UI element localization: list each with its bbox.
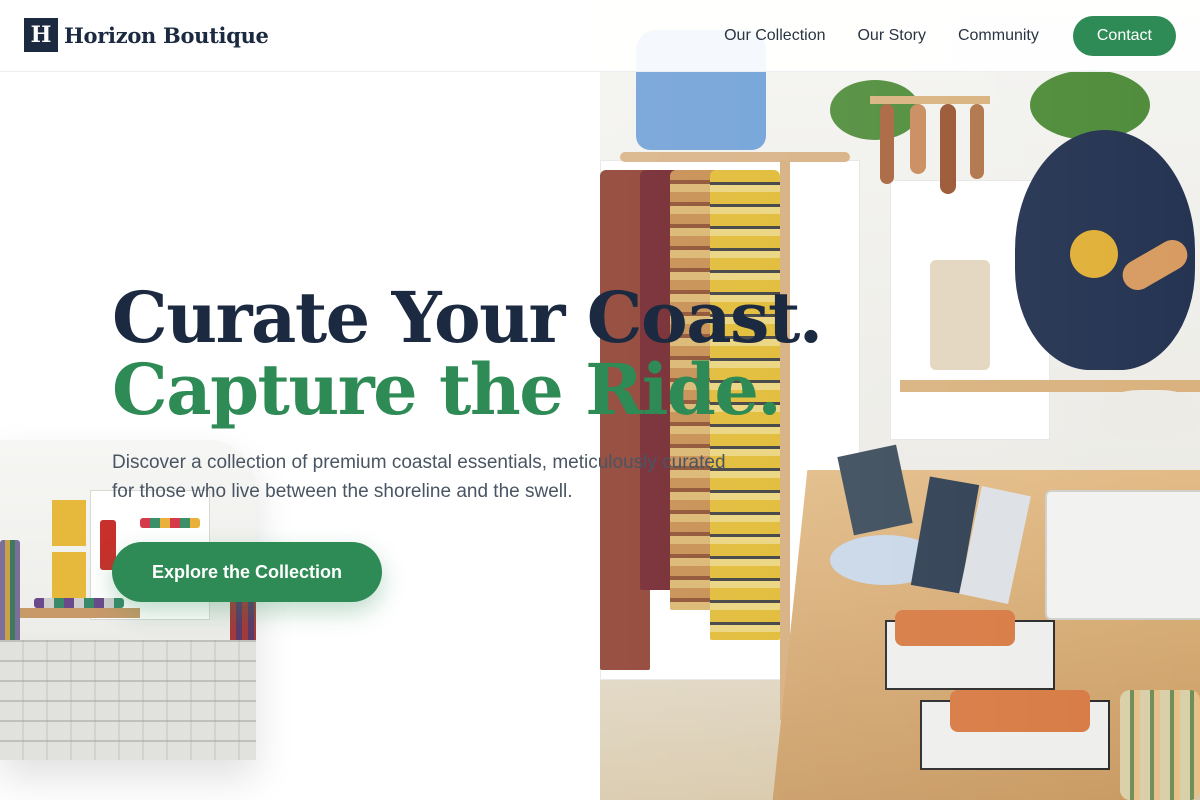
contact-button[interactable]: Contact (1072, 16, 1176, 56)
folded-clothes (34, 598, 124, 608)
store-poster (52, 500, 86, 546)
main-nav: Our Collection Our Story Community Conta… (724, 16, 1176, 56)
garment-rack (0, 540, 20, 650)
logo-mark-icon: H (24, 18, 58, 52)
brand-logo[interactable]: H Horizon Boutique (24, 18, 269, 52)
site-header: H Horizon Boutique Our Collection Our St… (0, 0, 1200, 72)
hero-title-line2: Capture the Ride. (112, 348, 782, 431)
nav-link-our-collection[interactable]: Our Collection (724, 27, 825, 45)
nav-link-community[interactable]: Community (958, 27, 1039, 45)
explore-collection-button[interactable]: Explore the Collection (112, 542, 382, 602)
hero-title-line1: Curate Your Coast. (112, 276, 823, 359)
nav-link-our-story[interactable]: Our Story (857, 27, 925, 45)
store-poster (52, 552, 86, 598)
folded-clothes (140, 518, 200, 528)
store-table (20, 608, 140, 618)
hero-subtitle: Discover a collection of premium coastal… (112, 452, 726, 502)
hero-title: Curate Your Coast. Capture the Ride. (112, 276, 823, 431)
brand-name: Horizon Boutique (64, 22, 269, 48)
